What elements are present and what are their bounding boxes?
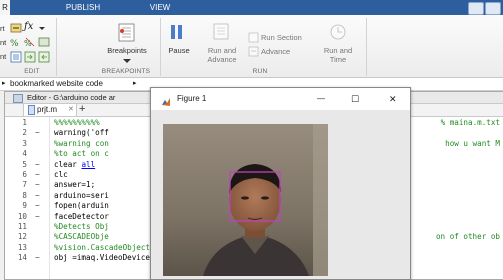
code-keyword: all [81,159,96,169]
breakpoint-marker[interactable]: − [35,128,43,138]
code-text: arduino=seri [54,190,109,200]
window-icon[interactable] [485,2,501,15]
line-number[interactable]: 5 [5,160,27,170]
tab-view[interactable]: VIEW [135,0,185,15]
editor-title: Editor - G:\arduino code ar [27,93,116,102]
run-section-icon[interactable] [248,32,259,45]
insert-label: rt [0,24,5,33]
breakpoints-dropdown-icon[interactable] [123,56,131,66]
line-number[interactable]: 9 [5,201,27,211]
group-label-edit: EDIT [24,68,40,75]
breakpoint-marker[interactable]: − [35,212,43,222]
code-text: faceDetector [54,211,109,221]
code-text: %%%%%%%%%% [54,118,100,127]
close-tab-icon[interactable]: ✕ [68,104,74,116]
svg-text:%: % [10,39,19,48]
line-number[interactable]: 12 [5,232,27,242]
code-text: %to act on c [54,149,109,159]
line-number[interactable]: 14 [5,253,27,263]
code-text-right: on of other ob [435,232,500,242]
run-and-time-button[interactable]: Run and [316,46,360,55]
code-text: %Detects Obj [54,222,109,231]
line-number[interactable]: 8 [5,191,27,201]
line-number[interactable]: 11 [5,222,27,232]
maximize-icon[interactable]: ☐ [351,88,359,110]
code-text: answer=1; [54,180,96,190]
advance-button[interactable]: Advance [261,47,311,56]
wrap-comments-icon[interactable] [38,36,50,50]
run-and-advance-icon[interactable] [212,22,232,44]
line-number[interactable]: 3 [5,139,27,149]
fx-icon[interactable]: ƒx [24,21,33,32]
line-number[interactable]: 7 [5,180,27,190]
pause-icon[interactable] [168,23,186,43]
triangle-right-icon: ▸ [2,80,6,87]
new-tab-icon[interactable]: + [79,103,85,115]
run-and-advance-label-2: Advance [207,55,237,64]
breakpoint-marker[interactable]: − [35,160,43,170]
tab-label: prjt.m [37,105,57,114]
code-text-right: how u want M [445,138,500,148]
figure-window: Figure 1 — ☐ ✕ [150,87,411,280]
figure-canvas [151,110,410,279]
figure-titlebar: Figure 1 — ☐ ✕ [151,88,410,110]
editor-icon [13,94,23,103]
run-and-advance-label[interactable]: Run and [198,46,246,55]
indent-label: nt [0,52,7,61]
breakpoints-icon[interactable] [117,23,137,45]
run-and-time-icon[interactable] [328,22,348,44]
code-text: fopen(arduin [54,201,109,211]
breakpoint-marker[interactable]: − [35,253,43,263]
layout-icon[interactable] [468,2,484,15]
line-number[interactable]: 2 [5,128,27,138]
ribbon-divider [56,18,57,76]
breakpoint-marker[interactable]: − [35,201,43,211]
breadcrumb-arrow-icon[interactable]: ▸ [133,78,137,90]
m-file-icon [28,105,35,115]
line-number[interactable]: 10 [5,212,27,222]
tab-prjt-m[interactable]: prjt.m ✕ [23,104,77,116]
tab-editor[interactable]: R [0,0,10,15]
line-number[interactable]: 13 [5,243,27,253]
line-number[interactable]: 1 [5,118,27,128]
figure-title: Figure 1 [177,94,207,103]
fx-dropdown-icon[interactable] [38,22,46,36]
line-number[interactable]: 4 [5,149,27,159]
advance-icon[interactable] [248,46,259,59]
uncomment-icon[interactable]: % [24,36,36,50]
webcam-frame [163,124,328,276]
run-and-time-label-2: Time [329,55,347,64]
insert-icon[interactable] [10,22,22,36]
group-label-run: RUN [252,68,268,75]
breakpoint-marker[interactable]: − [35,180,43,190]
pause-button[interactable]: Pause [160,46,198,55]
code-text: %warning con [54,138,109,148]
run-section-button[interactable]: Run Section [261,33,321,42]
minimize-icon[interactable]: — [317,88,325,110]
decrease-indent-icon[interactable] [38,51,50,65]
code-text: warning('off [54,128,109,138]
breakpoint-marker[interactable]: − [35,191,43,201]
ribbon-tab-bar: R PUBLISH VIEW [0,0,503,15]
breadcrumb-folder[interactable]: bookmarked website code [10,78,103,90]
line-number[interactable]: 6 [5,170,27,180]
tab-publish[interactable]: PUBLISH [52,0,114,15]
group-label-breakpoints: BREAKPOINTS [101,68,151,75]
comment-icon[interactable]: % [10,36,22,50]
increase-indent-icon[interactable] [24,51,36,65]
code-text: %CASCADEObje [54,232,109,242]
code-text: clear all [54,159,96,169]
indent-icon[interactable] [10,51,22,65]
close-icon[interactable]: ✕ [389,88,397,110]
code-text: clc [54,170,68,179]
comment-label: nt [0,38,7,47]
breakpoints-button[interactable]: Breakpoints [99,46,155,55]
webcam-image [163,124,328,276]
ribbon-divider [366,18,367,76]
breakpoint-marker[interactable]: − [35,170,43,180]
code-text-right: % maina.m.txt [440,118,500,127]
